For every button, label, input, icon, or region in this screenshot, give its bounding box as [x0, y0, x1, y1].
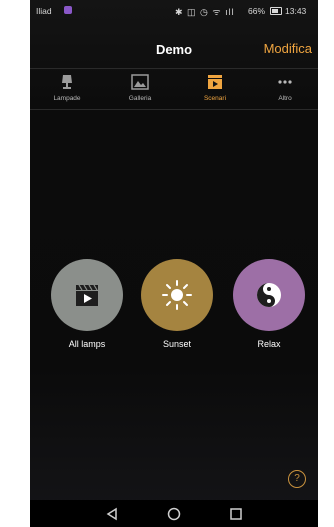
home-icon[interactable] [167, 507, 181, 521]
tab-label: Altro [278, 95, 292, 102]
help-button[interactable]: ? [288, 470, 306, 488]
carrier-name: Iliad [36, 6, 52, 16]
status-bar: Iliad ✱ ◫ ◷ ᯤ ıll 66% 13:43 [30, 0, 318, 22]
scene-sunset[interactable]: Sunset [141, 259, 213, 359]
tab-galleria[interactable]: Galleria [110, 69, 170, 109]
edit-button[interactable]: Modifica [264, 41, 312, 56]
yin-yang-icon [257, 283, 281, 307]
phone-screen: Iliad ✱ ◫ ◷ ᯤ ıll 66% 13:43 Demo Modific… [30, 0, 318, 527]
tab-label: Lampade [53, 95, 81, 102]
scene-icon [208, 75, 222, 89]
navigation-bar: Demo Modifica [30, 22, 318, 68]
more-icon [278, 80, 292, 84]
recents-icon[interactable] [229, 507, 243, 521]
scene-relax[interactable]: Relax [233, 259, 305, 359]
battery-percent: 66% [248, 6, 266, 16]
scene-label: Sunset [162, 339, 192, 349]
clock: 13:43 [285, 6, 307, 16]
notification-icon [64, 6, 72, 14]
tab-label: Galleria [128, 95, 152, 102]
scene-circle[interactable] [233, 259, 305, 331]
scene-label: All lamps [68, 339, 106, 349]
status-icons: ✱ ◫ ◷ ᯤ ıll [175, 7, 235, 17]
scene-all-lamps[interactable]: All lamps [51, 259, 123, 359]
sun-icon [162, 280, 192, 310]
gallery-icon [131, 74, 149, 90]
battery-icon [270, 7, 282, 15]
back-icon[interactable] [105, 507, 119, 521]
lamp-icon [62, 75, 72, 89]
tab-scenari[interactable]: Scenari [185, 69, 245, 109]
scene-circle[interactable] [51, 259, 123, 331]
clapperboard-icon [76, 284, 98, 306]
scene-label: Relax [257, 339, 281, 349]
scene-circle[interactable] [141, 259, 213, 331]
tab-label: Scenari [203, 95, 227, 102]
tab-altro[interactable]: Altro [255, 69, 315, 109]
system-nav-bar [30, 500, 318, 527]
tab-bar: Lampade Galleria Scenari Altro [30, 68, 318, 110]
tab-lampade[interactable]: Lampade [37, 69, 97, 109]
